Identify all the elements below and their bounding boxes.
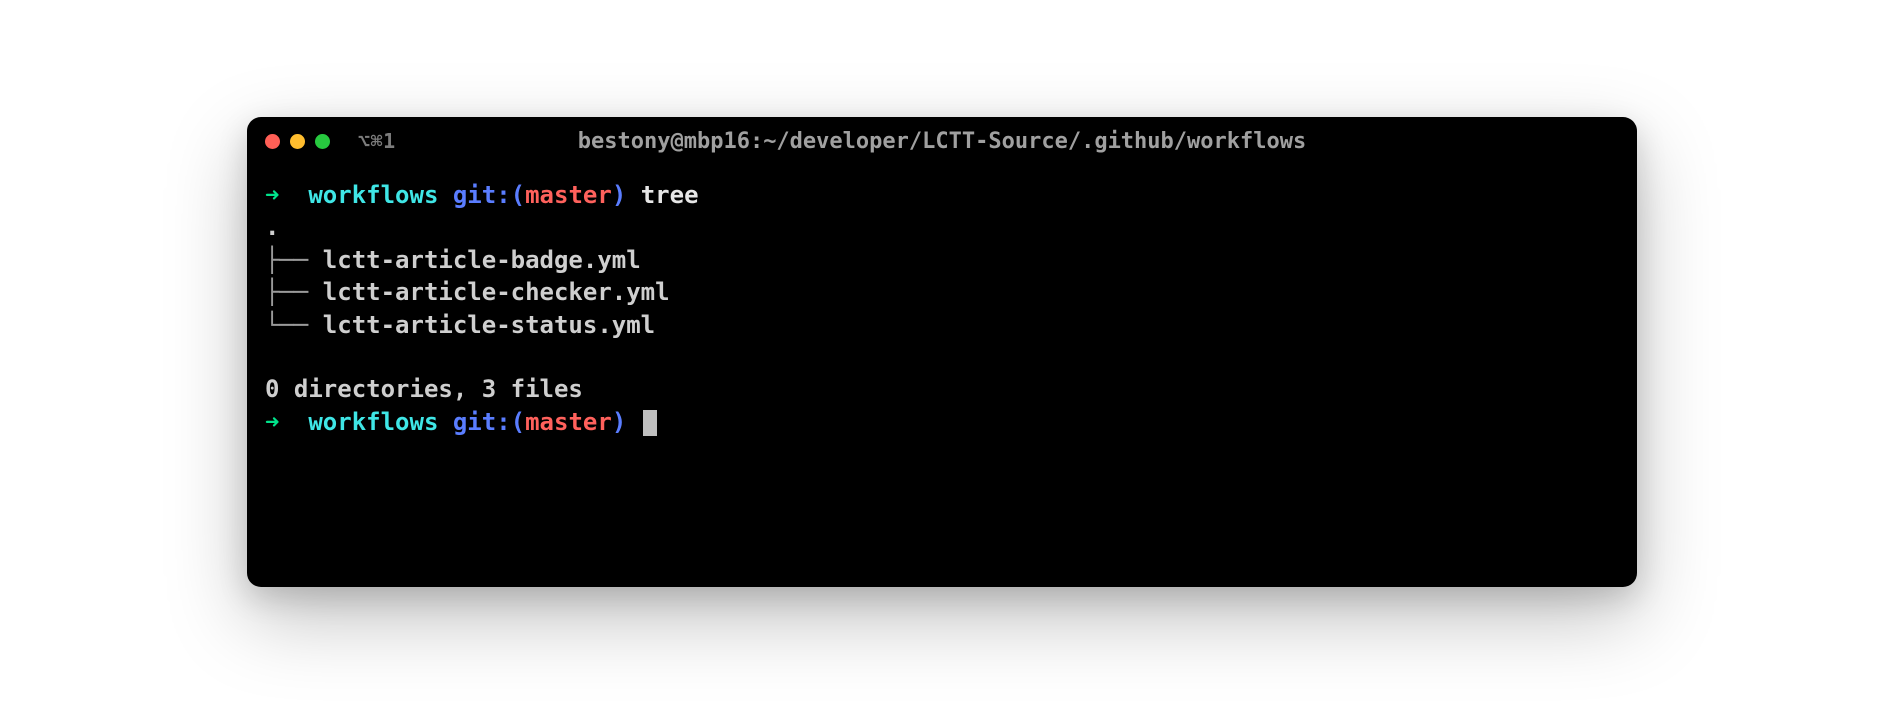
prompt-dir: workflows (308, 408, 438, 436)
tree-entry: ├── lctt-article-checker.yml (265, 276, 1619, 308)
paren-open: ( (511, 181, 525, 209)
prompt-line: ➜ workflows git:(master) tree (265, 179, 1619, 211)
paren-close: ) (612, 408, 626, 436)
paren-open: ( (511, 408, 525, 436)
tree-summary: 0 directories, 3 files (265, 373, 1619, 405)
git-label: git: (453, 181, 511, 209)
tree-branch-icon: ├── (265, 278, 323, 306)
paren-close: ) (612, 181, 626, 209)
tree-root: . (265, 211, 1619, 243)
tab-indicator: ⌥⌘1 (358, 129, 396, 153)
window-title: bestony@mbp16:~/developer/LCTT-Source/.g… (578, 129, 1306, 154)
prompt-line: ➜ workflows git:(master) (265, 406, 1619, 438)
tree-filename: lctt-article-badge.yml (323, 246, 641, 274)
tree-branch-icon: ├── (265, 246, 323, 274)
tree-filename: lctt-article-checker.yml (323, 278, 670, 306)
tree-entry: └── lctt-article-status.yml (265, 309, 1619, 341)
prompt-arrow-icon: ➜ (265, 181, 279, 209)
git-branch: master (525, 181, 612, 209)
titlebar: ⌥⌘1 bestony@mbp16:~/developer/LCTT-Sourc… (247, 117, 1637, 165)
traffic-lights (265, 134, 330, 149)
tree-entry: ├── lctt-article-badge.yml (265, 244, 1619, 276)
terminal-window: ⌥⌘1 bestony@mbp16:~/developer/LCTT-Sourc… (247, 117, 1637, 587)
terminal-body[interactable]: ➜ workflows git:(master) tree . ├── lctt… (247, 165, 1637, 587)
blank-line (265, 341, 1619, 373)
git-label: git: (453, 408, 511, 436)
git-branch: master (525, 408, 612, 436)
minimize-icon[interactable] (290, 134, 305, 149)
zoom-icon[interactable] (315, 134, 330, 149)
cursor-icon (643, 410, 657, 436)
tree-filename: lctt-article-status.yml (323, 311, 655, 339)
prompt-dir: workflows (308, 181, 438, 209)
tree-branch-icon: └── (265, 311, 323, 339)
prompt-arrow-icon: ➜ (265, 408, 279, 436)
command-text: tree (641, 181, 699, 209)
close-icon[interactable] (265, 134, 280, 149)
